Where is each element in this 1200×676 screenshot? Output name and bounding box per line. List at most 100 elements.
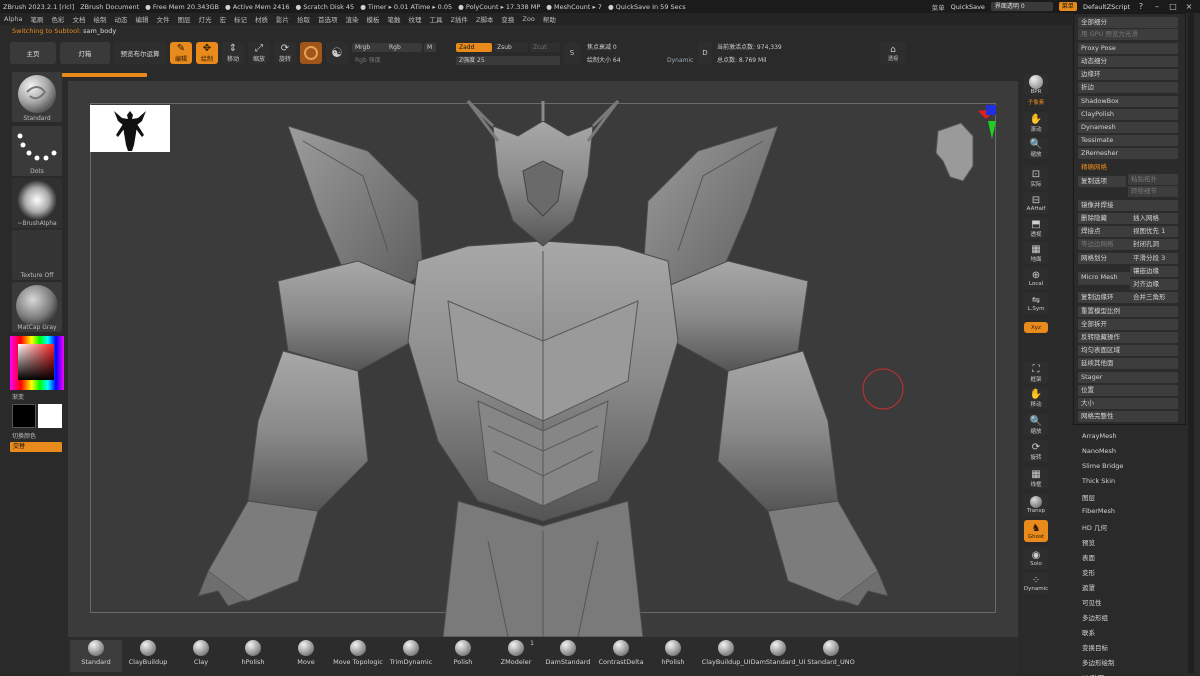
- tool-option-button[interactable]: 大小: [1078, 398, 1178, 409]
- menu-item[interactable]: 文档: [68, 14, 89, 24]
- solo-button[interactable]: ◉ Solo: [1024, 547, 1048, 569]
- tool-option-button[interactable]: 转移细节: [1128, 186, 1178, 197]
- m-button[interactable]: M: [424, 43, 436, 52]
- tool-option-button[interactable]: 等边边网格: [1078, 239, 1130, 250]
- tool-option-button[interactable]: 焊接点: [1078, 226, 1130, 237]
- local-button[interactable]: ⊕ Local: [1024, 267, 1048, 289]
- move-view-button[interactable]: ✋ 移动: [1024, 387, 1048, 409]
- rgb-intensity-slider[interactable]: Rgb 强度: [352, 56, 452, 65]
- tool-option-button[interactable]: 网格完整性: [1078, 411, 1178, 422]
- tool-subpalette-item[interactable]: FiberMesh: [1082, 507, 1115, 515]
- main-color-swatch[interactable]: [12, 404, 36, 428]
- menu-item[interactable]: 拾取: [293, 14, 314, 24]
- menu-item[interactable]: 渲染: [341, 14, 362, 24]
- tool-option-button[interactable]: Proxy Pose: [1078, 43, 1178, 54]
- brush-slot[interactable]: hPolish: [227, 640, 279, 672]
- brush-slot[interactable]: ZModeler 1: [490, 640, 542, 672]
- tool-option-button[interactable]: 边缘环: [1078, 69, 1178, 80]
- tool-subpalette-item[interactable]: 遮罩: [1082, 582, 1095, 592]
- menu-item[interactable]: 编辑: [131, 14, 152, 24]
- subpixel-button[interactable]: 子像素: [1024, 97, 1048, 107]
- menu-item[interactable]: 影片: [272, 14, 293, 24]
- document-canvas[interactable]: [68, 81, 1018, 637]
- tool-option-button[interactable]: 网格划分: [1078, 253, 1130, 264]
- brush-slot[interactable]: DamStandard_UI: [751, 640, 805, 672]
- tool-subpalette-item[interactable]: ArrayMesh: [1082, 432, 1117, 440]
- tool-option-button[interactable]: 粘贴拓扑: [1128, 174, 1178, 185]
- rotate-mode-button[interactable]: ⟳ 旋转: [274, 42, 296, 64]
- menu-item[interactable]: 文件: [152, 14, 173, 24]
- tool-subpalette-item[interactable]: 多边形绘制: [1082, 657, 1115, 667]
- close-icon[interactable]: ×: [1184, 2, 1194, 11]
- tool-option-button[interactable]: 合并三角形: [1130, 292, 1178, 303]
- help-icon[interactable]: ?: [1136, 2, 1146, 11]
- tool-option-button[interactable]: 均匀表面区域: [1078, 345, 1178, 356]
- menu-item[interactable]: 纹理: [404, 14, 425, 24]
- dynamic-view-button[interactable]: ⁘ Dynamic: [1024, 572, 1048, 594]
- brush-slot[interactable]: TrimDynamic: [385, 640, 437, 672]
- tool-option-button[interactable]: Tessimate: [1078, 135, 1178, 146]
- tool-option-button[interactable]: 对齐边缘: [1130, 279, 1178, 290]
- switch-color-label[interactable]: 切换颜色: [10, 431, 64, 440]
- tool-option-button[interactable]: 全部拆开: [1078, 319, 1178, 330]
- live-boolean-button[interactable]: 预览布尔运算: [114, 42, 166, 64]
- color-picker-square[interactable]: [18, 344, 54, 380]
- perspective-button[interactable]: ⌂ 透视: [880, 42, 906, 64]
- menu-item[interactable]: 图层: [173, 14, 194, 24]
- tool-option-button[interactable]: 复制选项: [1078, 176, 1126, 187]
- xyz-rotate-button[interactable]: Xyz: [1024, 322, 1048, 333]
- tool-option-button[interactable]: 全部细分: [1078, 17, 1178, 28]
- tool-option-button[interactable]: ClayPolish: [1078, 109, 1178, 120]
- menu-item[interactable]: 笔触: [383, 14, 404, 24]
- actual-button[interactable]: ⊡ 实际: [1024, 167, 1048, 189]
- tool-option-button[interactable]: ZRemesher: [1078, 148, 1178, 159]
- dynamic-toggle[interactable]: Dynamic: [664, 56, 694, 65]
- tool-option-button[interactable]: 重置模型比例: [1078, 306, 1178, 317]
- tool-option-button[interactable]: 平滑分段 3: [1130, 253, 1178, 264]
- transp-button[interactable]: Transp: [1024, 494, 1048, 516]
- menu-item[interactable]: 工具: [425, 14, 446, 24]
- tool-option-button[interactable]: 延续其他面: [1078, 358, 1178, 369]
- alternate-button[interactable]: 交替: [10, 442, 62, 452]
- menu-item[interactable]: 笔刷: [26, 14, 47, 24]
- maximize-icon[interactable]: □: [1168, 2, 1178, 11]
- s-brush-icon[interactable]: S: [564, 42, 580, 64]
- brush-slot[interactable]: Move: [280, 640, 332, 672]
- tool-subpalette-item[interactable]: 图层: [1082, 492, 1095, 502]
- tool-subpalette-item[interactable]: HD 几何: [1082, 522, 1107, 532]
- aahalf-button[interactable]: ⊟ AAHalf: [1024, 192, 1048, 214]
- menu-item[interactable]: Z插件: [446, 14, 471, 24]
- z-intensity-slider[interactable]: Z强度 25: [456, 56, 560, 65]
- tool-subpalette-item[interactable]: 联系: [1082, 627, 1095, 637]
- edit-mode-button[interactable]: ✎ 编辑: [170, 42, 192, 64]
- menu-item[interactable]: 帮助: [539, 14, 560, 24]
- brush-slot[interactable]: Polish: [437, 640, 489, 672]
- tool-option-button[interactable]: Micro Mesh: [1078, 272, 1130, 285]
- tool-subpalette-item[interactable]: 表面: [1082, 552, 1095, 562]
- lightbox-button[interactable]: 灯箱: [60, 42, 110, 64]
- menu-item[interactable]: 材质: [251, 14, 272, 24]
- brush-slot[interactable]: ClayBuildup_UI: [700, 640, 752, 672]
- menu-item[interactable]: 首选项: [314, 14, 342, 24]
- tool-subpalette-item[interactable]: UV贴图: [1082, 672, 1104, 676]
- secondary-color-swatch[interactable]: [38, 404, 62, 428]
- zsub-button[interactable]: Zsub: [494, 43, 528, 52]
- color-mode-button[interactable]: ☯: [326, 42, 348, 64]
- brush-slot[interactable]: ContrastDelta: [595, 640, 647, 672]
- move-mode-button[interactable]: ⇕ 移动: [222, 42, 244, 64]
- menu-item[interactable]: 标记: [230, 14, 251, 24]
- perspective-view-button[interactable]: ⬒ 透视: [1024, 217, 1048, 239]
- gizmo-button[interactable]: [300, 42, 322, 64]
- scale-view-button[interactable]: 🔍 缩放: [1024, 414, 1048, 436]
- tool-option-button[interactable]: 动态细分: [1078, 56, 1178, 67]
- brush-slot[interactable]: hPolish: [647, 640, 699, 672]
- menu-item[interactable]: 动态: [110, 14, 131, 24]
- rgb-button[interactable]: Rgb: [386, 43, 422, 52]
- polyframe-button[interactable]: ▦ 线框: [1024, 467, 1048, 489]
- tool-option-button[interactable]: 封闭孔洞: [1130, 239, 1178, 250]
- brush-slot[interactable]: Standard_UNO: [805, 640, 857, 672]
- scale-mode-button[interactable]: ⤢ 缩放: [248, 42, 270, 64]
- tool-subpalette-item[interactable]: 可见性: [1082, 597, 1102, 607]
- minimize-icon[interactable]: –: [1152, 2, 1162, 11]
- home-button[interactable]: 主页: [10, 42, 56, 64]
